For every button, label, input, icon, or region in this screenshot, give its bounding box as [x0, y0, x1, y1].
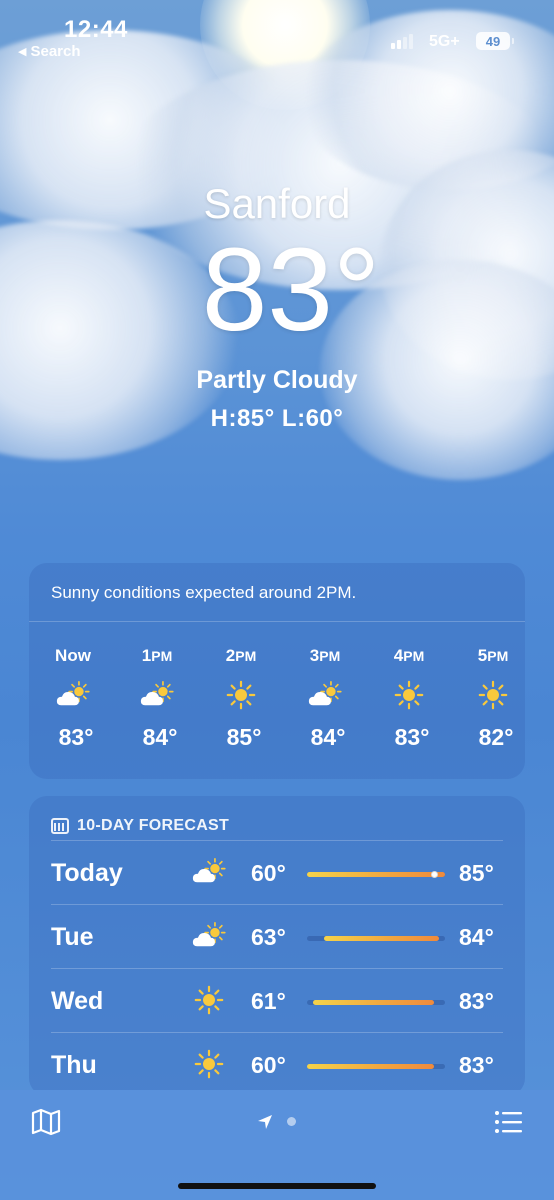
hour-item: 1PM 84° — [127, 646, 187, 751]
low-temperature: 60° — [251, 860, 286, 886]
hour-item: Now 83° — [43, 646, 103, 751]
high-temperature: 84° — [459, 924, 494, 950]
battery-level: 49 — [485, 33, 501, 49]
partly-cloudy-icon — [189, 919, 229, 953]
hour-item: 5PM 82° — [463, 646, 523, 751]
signal-icon — [391, 33, 413, 49]
temperature-range-bar — [307, 936, 445, 941]
hour-temperature: 85° — [226, 724, 262, 750]
day-label: Thu — [51, 1051, 97, 1079]
battery-icon: 49 — [476, 32, 514, 50]
condition-text: Partly Cloudy — [196, 366, 358, 394]
temperature-range-fill — [307, 872, 445, 877]
forecast-header: 10-DAY FORECAST — [29, 796, 525, 840]
temperature-range-fill — [307, 1064, 434, 1069]
sun-icon — [189, 983, 229, 1017]
back-label: Search — [30, 43, 81, 60]
day-label: Tue — [51, 923, 94, 951]
sun-icon — [379, 678, 439, 712]
back-to-search-link[interactable]: ◀ Search — [18, 43, 81, 60]
page-indicator-dot[interactable] — [287, 1117, 296, 1126]
forecast-row[interactable]: Wed 61° 83° — [51, 968, 503, 1032]
hourly-summary: Sunny conditions expected around 2PM. — [29, 563, 525, 622]
status-bar: 12:44 ◀ Search 5G+ 49 — [0, 0, 554, 70]
hour-label: Now — [55, 646, 91, 665]
map-icon[interactable] — [30, 1108, 62, 1136]
day-label: Wed — [51, 987, 104, 1015]
hour-label: 2PM — [225, 646, 257, 665]
high-temperature: 85° — [459, 860, 494, 886]
high-low-text: H:85° L:60° — [210, 405, 344, 432]
low-temperature: 63° — [251, 924, 286, 950]
day-label: Today — [51, 859, 123, 887]
temperature-range-fill — [323, 936, 440, 941]
hourly-forecast-card[interactable]: Sunny conditions expected around 2PM. No… — [29, 563, 525, 779]
location-arrow-icon[interactable] — [257, 1114, 273, 1130]
city-name: Sanford — [203, 180, 351, 227]
hour-temperature: 84° — [310, 724, 346, 750]
temperature-range-bar — [307, 1000, 445, 1005]
hour-temperature: 82° — [478, 724, 514, 750]
ten-day-forecast-card[interactable]: 10-DAY FORECAST Today 60° 85° Tue 63° 84… — [29, 796, 525, 1096]
hour-item: 2PM 85° — [211, 646, 271, 751]
hour-item: 3PM 84° — [295, 646, 355, 751]
forecast-list: Today 60° 85° Tue 63° 84° Wed 61° 83° Th… — [29, 840, 525, 1096]
forecast-title: 10-DAY FORECAST — [77, 817, 230, 834]
low-temperature: 61° — [251, 988, 286, 1014]
sun-icon — [211, 678, 271, 712]
temperature-range-fill — [312, 1000, 434, 1005]
hour-label: 4PM — [393, 646, 425, 665]
hour-temperature: 83° — [394, 724, 430, 750]
high-temperature: 83° — [459, 988, 494, 1014]
back-arrow-icon: ◀ — [18, 46, 27, 58]
hour-temperature: 84° — [142, 724, 178, 750]
hour-temperature: 83° — [58, 724, 94, 750]
hour-label: 3PM — [309, 646, 341, 665]
forecast-row[interactable]: Today 60° 85° — [51, 840, 503, 904]
partly-cloudy-icon — [189, 855, 229, 889]
partly-cloudy-icon — [295, 678, 355, 712]
clock: 12:44 — [64, 16, 128, 43]
hour-label: 5PM — [477, 646, 509, 665]
forecast-row[interactable]: Thu 60° 83° — [51, 1032, 503, 1096]
home-indicator[interactable] — [178, 1183, 376, 1189]
list-icon[interactable] — [494, 1110, 524, 1134]
current-weather: Sanford 83° Partly Cloudy H:85° L:60° — [0, 180, 554, 433]
partly-cloudy-icon — [43, 678, 103, 712]
current-temp-indicator — [430, 871, 438, 878]
network-type: 5G+ — [429, 33, 460, 50]
current-temperature: 83° — [201, 224, 381, 356]
hourly-scroller[interactable]: Now 83° 1PM 84° 2PM 85° 3PM 84° 4PM 83° … — [29, 622, 525, 772]
forecast-row[interactable]: Tue 63° 84° — [51, 904, 503, 968]
sun-icon — [189, 1047, 229, 1081]
sun-icon — [463, 678, 523, 712]
hour-label: 1PM — [141, 646, 173, 665]
temperature-range-bar — [307, 1064, 445, 1069]
low-temperature: 60° — [251, 1052, 286, 1078]
temperature-range-bar — [307, 871, 445, 878]
high-temperature: 83° — [459, 1052, 494, 1078]
calendar-icon — [51, 818, 69, 834]
partly-cloudy-icon — [127, 678, 187, 712]
hour-item: 4PM 83° — [379, 646, 439, 751]
